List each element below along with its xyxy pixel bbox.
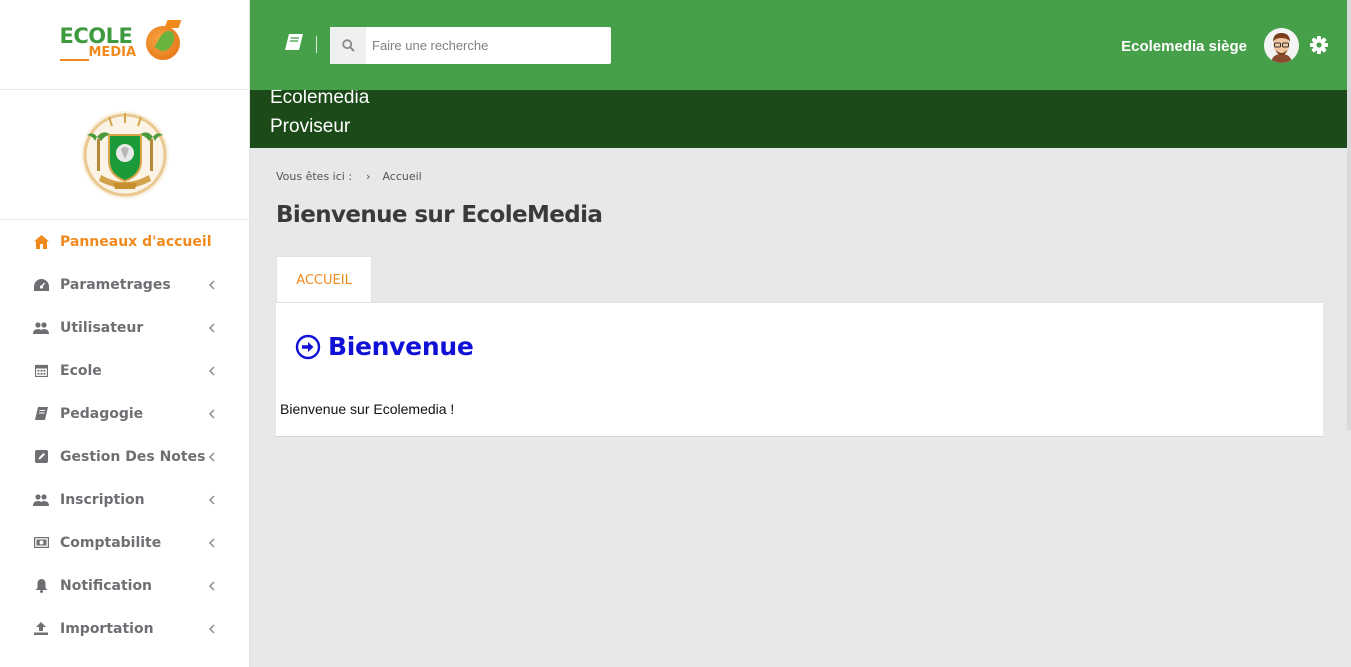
chevron-left-icon [208,366,215,376]
sidebar-menu: Panneaux d'accueil Parametrages Utilisat… [0,220,249,650]
emblem-area [0,90,249,220]
avatar[interactable] [1264,28,1299,63]
dashboard-icon [33,277,49,293]
edit-icon [33,449,49,465]
tab-label: ACCUEIL [296,272,352,288]
sidebar-item-panneaux-accueil[interactable]: Panneaux d'accueil [0,220,249,263]
welcome-message: Bienvenue sur Ecolemedia ! [280,401,455,417]
sidebar-item-importation[interactable]: Importation [0,607,249,650]
chevron-left-icon [208,538,215,548]
breadcrumb-prefix: Vous êtes ici : [276,170,353,183]
sidebar-item-gestion-des-notes[interactable]: Gestion Des Notes [0,435,249,478]
search-icon[interactable] [330,27,366,64]
logo-underline [59,58,89,61]
page-title: Bienvenue sur EcoleMedia [276,202,603,228]
chevron-left-icon [208,495,215,505]
chevron-left-icon [208,409,215,419]
gear-icon[interactable] [1310,36,1328,54]
search-input[interactable] [366,28,611,63]
top-navbar: Ecolemedia siège [250,0,1351,90]
book-icon [33,406,49,422]
breadcrumb-separator-icon: › [366,170,371,183]
sidebar-item-label: Importation [60,620,154,637]
user-name-link[interactable]: Ecolemedia siège [1121,38,1247,55]
sidebar-item-label: Gestion Des Notes [60,448,206,465]
sidebar-item-label: Utilisateur [60,319,144,336]
sidebar-item-notification[interactable]: Notification [0,564,249,607]
school-name: Ecolemedia [270,90,370,108]
money-icon [33,535,49,551]
book-icon[interactable] [285,34,305,54]
welcome-panel: Bienvenue Bienvenue sur Ecolemedia ! [276,302,1323,437]
sidebar-item-label: Parametrages [60,276,171,293]
page-header-band: Ecolemedia Proviseur [250,90,1351,148]
welcome-heading-row: Bienvenue [295,332,474,361]
breadcrumb: Vous êtes ici : › Accueil [276,170,422,183]
sidebar-item-parametrages[interactable]: Parametrages [0,263,249,306]
sidebar-item-utilisateur[interactable]: Utilisateur [0,306,249,349]
sidebar-item-label: Ecole [60,362,102,379]
coat-of-arms-emblem [80,110,169,199]
sidebar-item-label: Comptabilite [60,534,162,551]
logo-area: ECOLE MEDIA [0,0,249,90]
sidebar-item-label: Pedagogie [60,405,144,422]
sidebar-item-pedagogie[interactable]: Pedagogie [0,392,249,435]
chevron-left-icon [208,280,215,290]
sidebar-item-label: Panneaux d'accueil [60,233,212,250]
sidebar: ECOLE MEDIA Panneaux d'accueil Parametra… [0,0,250,667]
chevron-left-icon [208,624,215,634]
calendar-icon [33,363,49,379]
search-box [330,27,611,64]
ecolemedia-logo[interactable]: ECOLE MEDIA [59,19,190,70]
chevron-left-icon [208,452,215,462]
users-icon [33,492,49,508]
chevron-left-icon [208,581,215,591]
toolbar-divider [316,36,317,53]
logo-ball-icon [145,25,180,60]
arrow-circle-right-icon [295,334,321,359]
logo-text-media: MEDIA [88,44,137,60]
welcome-heading: Bienvenue [328,332,474,361]
user-role: Proviseur [270,116,351,137]
sidebar-item-inscription[interactable]: Inscription [0,478,249,521]
users-icon [33,320,49,336]
chevron-left-icon [208,323,215,333]
page-scrollbar[interactable] [1347,0,1351,430]
upload-icon [33,621,49,637]
sidebar-item-ecole[interactable]: Ecole [0,349,249,392]
tab-accueil[interactable]: ACCUEIL [276,256,372,303]
bell-icon [33,578,49,594]
graduation-cap-icon [164,19,181,28]
sidebar-item-label: Inscription [60,491,145,508]
sidebar-item-label: Notification [60,577,153,594]
breadcrumb-current[interactable]: Accueil [382,170,421,183]
sidebar-item-comptabilite[interactable]: Comptabilite [0,521,249,564]
home-icon [33,234,49,250]
